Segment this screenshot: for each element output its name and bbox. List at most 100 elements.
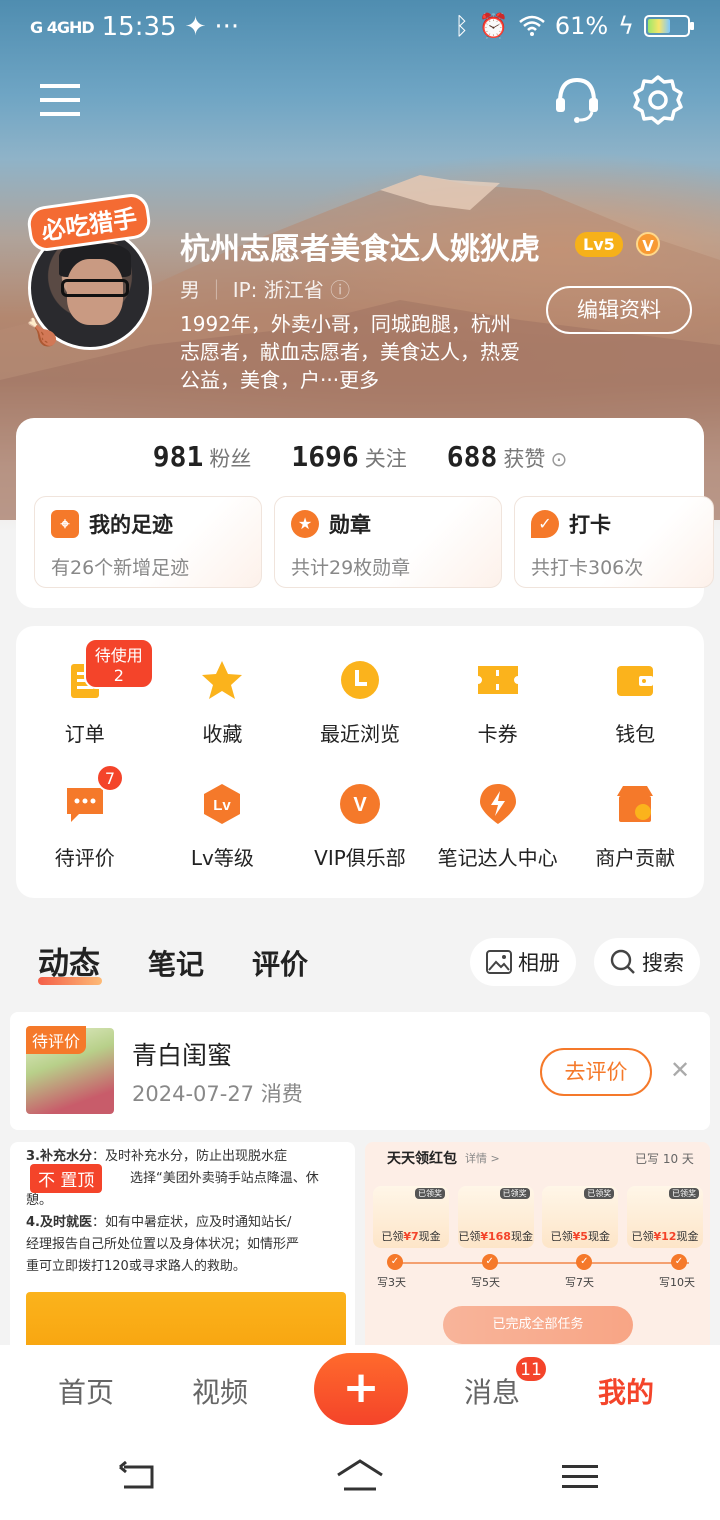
tip4-text-3: 重可立即拨打120或寻求路人的救助。 bbox=[26, 1259, 246, 1274]
menu-vip[interactable]: V VIP俱乐部 bbox=[291, 750, 429, 874]
reward-item: 已领奖 已领¥7现金 bbox=[373, 1186, 449, 1248]
reward-text: 已领¥5现金 bbox=[550, 1230, 610, 1243]
menu-coupons-label: 卡券 bbox=[477, 722, 518, 746]
feed-post-right[interactable]: 天天领红包 详情 > 已写 10 天 已领奖 已领¥7现金 已领奖 已领¥168现金… bbox=[365, 1142, 710, 1352]
medal-card[interactable]: ★ 勋章 共计29枚勋章 bbox=[274, 496, 502, 588]
settings-gear-icon[interactable] bbox=[632, 74, 684, 126]
customer-service-icon[interactable] bbox=[552, 74, 602, 124]
tip3-title: 3.补充水分 bbox=[26, 1149, 92, 1164]
all-tasks-done-button[interactable]: 已完成全部任务 bbox=[443, 1306, 633, 1344]
pinned-badge: 不 置顶 bbox=[30, 1164, 103, 1193]
detail-link: 详情 > bbox=[465, 1152, 500, 1165]
go-review-button[interactable]: 去评价 bbox=[540, 1048, 652, 1096]
checkin-card[interactable]: ✓ 打卡 共打卡306次 bbox=[514, 496, 714, 588]
tab-activity[interactable]: 动态 bbox=[38, 938, 102, 985]
wifi-icon bbox=[519, 15, 545, 36]
battery-percent: 61% bbox=[554, 12, 609, 40]
tab-reviews[interactable]: 评价 bbox=[252, 943, 308, 983]
checkin-icon: ✓ bbox=[531, 510, 559, 538]
drumstick-icon: 🍗 bbox=[26, 318, 59, 348]
search-button[interactable]: 搜索 bbox=[594, 938, 700, 986]
username: 杭州志愿者美食达人姚狄虎 bbox=[180, 232, 540, 267]
menu-to-review[interactable]: 待评价 7 bbox=[16, 750, 154, 874]
home-icon[interactable] bbox=[336, 1459, 384, 1493]
menu-coupons[interactable]: 卡券 bbox=[429, 626, 567, 750]
tip3-text: ：及时补充水分，防止出现脱水症 bbox=[91, 1149, 287, 1164]
vip-icon: V bbox=[339, 784, 380, 824]
pending-tag: 待评价 bbox=[26, 1026, 87, 1054]
menu-note-creator-label: 笔记达人中心 bbox=[437, 846, 558, 870]
menu-merchant[interactable]: 商户贡献 bbox=[566, 750, 704, 874]
image-icon bbox=[486, 950, 512, 974]
avatar-container[interactable]: 必吃猎手 🍗 bbox=[20, 191, 165, 350]
mini-cards: ⌖ 我的足迹 有26个新增足迹 ★ 勋章 共计29枚勋章 ✓ 打卡 共打卡306次 bbox=[34, 496, 714, 588]
red-packet-title: 天天领红包 bbox=[387, 1151, 457, 1167]
menu-orders[interactable]: 订单 待使用2 bbox=[16, 626, 154, 750]
menu-recent[interactable]: 最近浏览 bbox=[291, 626, 429, 750]
info-icon[interactable]: ⓘ bbox=[330, 278, 350, 302]
stat-following[interactable]: 1696 关注 bbox=[291, 440, 406, 473]
pending-review-card[interactable]: 待评价 青白闺蜜 2024-07-27 消费 去评价 ✕ bbox=[10, 1012, 710, 1130]
reward-item: 已领奖 已领¥12现金 bbox=[626, 1186, 703, 1248]
feed-post-left[interactable]: 3.补充水分：及时补充水分，防止出现脱水症 选择“美团外卖骑手站点降温、休 憩。… bbox=[10, 1142, 355, 1352]
content-tabs: 动态 笔记 评价 bbox=[38, 938, 308, 985]
close-icon[interactable]: ✕ bbox=[670, 1056, 690, 1084]
system-navigation-bar bbox=[0, 1437, 720, 1520]
more-notifications: ··· bbox=[214, 12, 240, 42]
album-label: 相册 bbox=[518, 951, 560, 975]
menu-wallet[interactable]: 钱包 bbox=[566, 626, 704, 750]
menu-favorites[interactable]: 收藏 bbox=[154, 626, 292, 750]
stat-fans[interactable]: 981 粉丝 bbox=[153, 440, 252, 473]
bolt-icon bbox=[479, 784, 516, 824]
unused-orders-badge: 待使用2 bbox=[84, 638, 154, 689]
check-icon: ✓ bbox=[387, 1254, 403, 1270]
checkin-sub: 共打卡306次 bbox=[531, 557, 644, 579]
level-badge[interactable]: Lv5 bbox=[575, 232, 623, 257]
publish-plus-button[interactable]: + bbox=[314, 1353, 408, 1425]
recent-apps-icon[interactable] bbox=[562, 1463, 598, 1491]
reward-tag: 已领奖 bbox=[584, 1188, 615, 1199]
gender: 男 bbox=[180, 278, 200, 302]
tip3-text-2: 选择“美团外卖骑手站点降温、休 bbox=[130, 1171, 319, 1186]
menu-vip-label: VIP俱乐部 bbox=[314, 846, 406, 870]
alarm-icon: ⏰ bbox=[478, 12, 509, 40]
day-label: 写5天 bbox=[471, 1276, 500, 1289]
menu-icon[interactable] bbox=[40, 80, 80, 120]
function-grid: 订单 待使用2 收藏 最近浏览 卡券 钱包 待评价 7 Lv Lv等级 V VI… bbox=[16, 626, 704, 874]
bluetooth-icon: ᛒ bbox=[454, 12, 469, 40]
avatar-glasses bbox=[61, 279, 129, 297]
status-bar: G 4GHD 15:35 ✦ ··· ᛒ ⏰ 61% ϟ bbox=[0, 0, 720, 58]
more-icon[interactable]: ⊙ bbox=[550, 447, 567, 471]
reward-row: 已领奖 已领¥7现金 已领奖已领¥168现金 已领奖已领¥5现金 已领奖 已领¥12… bbox=[373, 1186, 703, 1248]
function-menu-card: 订单 待使用2 收藏 最近浏览 卡券 钱包 待评价 7 Lv Lv等级 V VI… bbox=[16, 626, 704, 898]
day-label: 写7天 bbox=[565, 1276, 594, 1289]
tip4-text: ：如有中暑症状，应及时通知站长/ bbox=[91, 1215, 292, 1230]
menu-level-label: Lv等级 bbox=[190, 846, 254, 870]
day-label: 写10天 bbox=[659, 1276, 695, 1289]
edit-profile-button[interactable]: 编辑资料 bbox=[546, 286, 692, 334]
reward-item: 已领奖已领¥5现金 bbox=[542, 1186, 619, 1248]
nav-video[interactable]: 视频 bbox=[192, 1371, 248, 1411]
album-button[interactable]: 相册 bbox=[470, 938, 576, 986]
nav-mine[interactable]: 我的 bbox=[598, 1371, 654, 1411]
day-label: 写3天 bbox=[377, 1276, 406, 1289]
reward-text: 已领¥168现金 bbox=[458, 1230, 533, 1243]
tab-notes[interactable]: 笔记 bbox=[148, 943, 204, 983]
clock-icon bbox=[340, 661, 379, 699]
vip-badge[interactable]: V bbox=[636, 232, 660, 256]
bio[interactable]: 1992年，外卖小哥，同城跑腿，杭州志愿者，献血志愿者，美食达人，热爱公益，美食… bbox=[180, 310, 525, 394]
menu-level[interactable]: Lv Lv等级 bbox=[154, 750, 292, 874]
menu-note-creator[interactable]: 笔记达人中心 bbox=[429, 750, 567, 874]
clock: 15:35 bbox=[101, 12, 177, 42]
shop-icon bbox=[617, 786, 654, 822]
footprint-card[interactable]: ⌖ 我的足迹 有26个新增足迹 bbox=[34, 496, 262, 588]
medal-icon: ★ bbox=[291, 510, 319, 538]
menu-recent-label: 最近浏览 bbox=[319, 722, 400, 746]
nav-home[interactable]: 首页 bbox=[58, 1371, 114, 1411]
level-icon: Lv bbox=[204, 784, 241, 824]
nav-messages[interactable]: 消息 bbox=[464, 1371, 520, 1411]
messages-badge: 11 bbox=[514, 1355, 548, 1383]
stat-likes[interactable]: 688 获赞 ⊙ bbox=[447, 440, 567, 473]
back-icon[interactable] bbox=[118, 1461, 158, 1491]
check-icon: ✓ bbox=[576, 1254, 593, 1270]
